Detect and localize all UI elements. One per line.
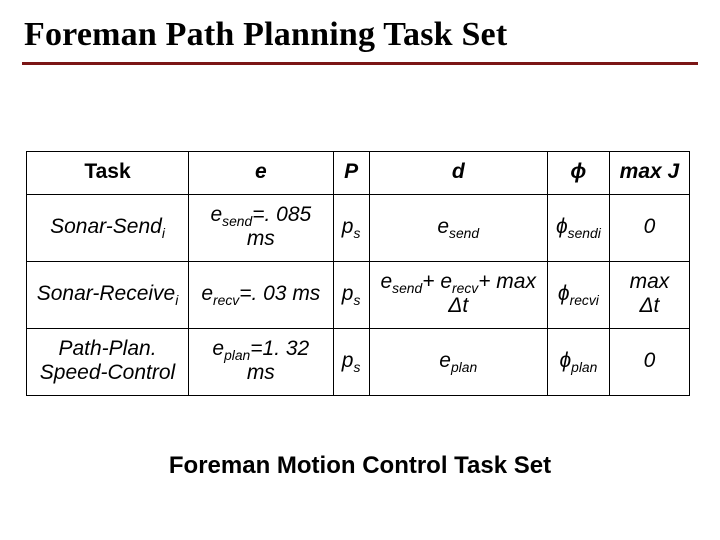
cell-p: ps [333, 329, 369, 396]
cell-e: erecv=. 03 ms [189, 262, 334, 329]
cell-task: Sonar-Sendi [27, 195, 189, 262]
cell-task: Sonar-Receivei [27, 262, 189, 329]
cell-phi: ϕplan [547, 329, 609, 396]
cell-phi: ϕrecvi [547, 262, 609, 329]
cell-p: ps [333, 195, 369, 262]
task-table-body: Sonar-Sendi esend=. 085 ms ps esend ϕsen… [27, 195, 690, 396]
section-subtitle: Foreman Motion Control Task Set [22, 452, 698, 480]
col-maxj: max J [609, 152, 689, 195]
table-row: Sonar-Sendi esend=. 085 ms ps esend ϕsen… [27, 195, 690, 262]
col-d: d [369, 152, 547, 195]
task-table: Task e P d ϕ max J Sonar-Sendi esend=. 0… [26, 151, 690, 396]
cell-maxj: 0 [609, 329, 689, 396]
slide: Foreman Path Planning Task Set Task e P … [0, 0, 720, 540]
col-task: Task [27, 152, 189, 195]
cell-maxj: max Δt [609, 262, 689, 329]
col-p: P [333, 152, 369, 195]
cell-d: eplan [369, 329, 547, 396]
task-table-header-row: Task e P d ϕ max J [27, 152, 690, 195]
cell-d: esend+ erecv+ max Δt [369, 262, 547, 329]
col-phi: ϕ [547, 152, 609, 195]
cell-maxj: 0 [609, 195, 689, 262]
cell-p: ps [333, 262, 369, 329]
task-table-head: Task e P d ϕ max J [27, 152, 690, 195]
table-row: Path-Plan.Speed-Control eplan=1. 32 ms p… [27, 329, 690, 396]
cell-task: Path-Plan.Speed-Control [27, 329, 189, 396]
table-row: Sonar-Receivei erecv=. 03 ms ps esend+ e… [27, 262, 690, 329]
col-e: e [189, 152, 334, 195]
cell-e: eplan=1. 32 ms [189, 329, 334, 396]
cell-phi: ϕsendi [547, 195, 609, 262]
cell-d: esend [369, 195, 547, 262]
cell-e: esend=. 085 ms [189, 195, 334, 262]
page-title: Foreman Path Planning Task Set [22, 12, 698, 65]
